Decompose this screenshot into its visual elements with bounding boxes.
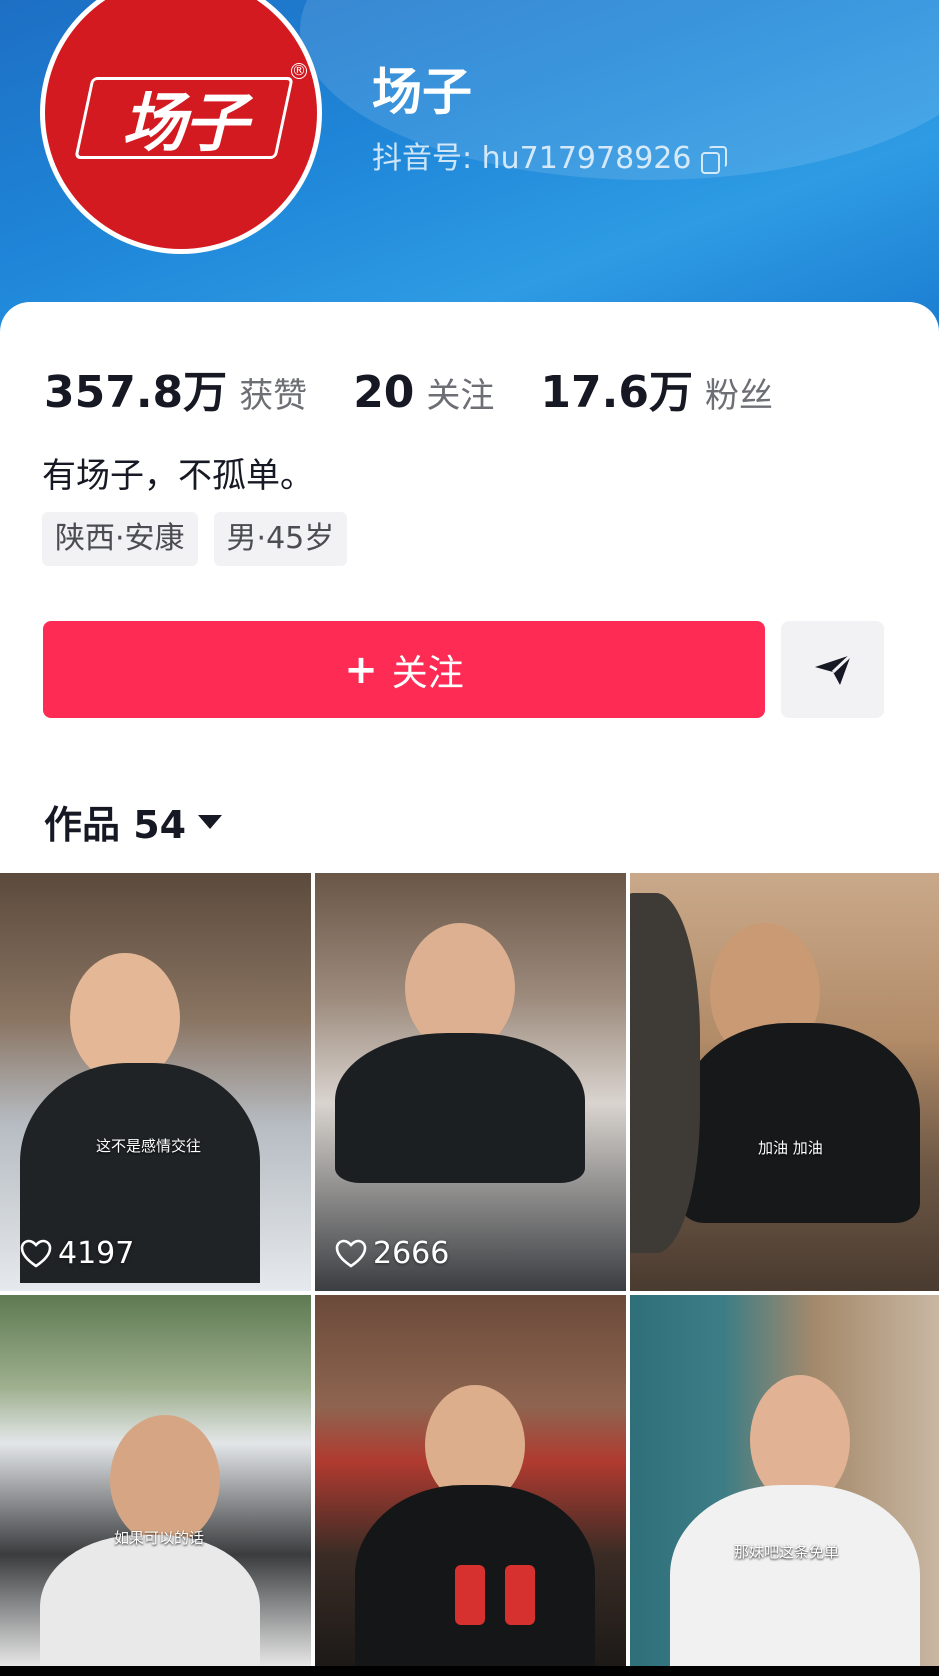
stat-likes[interactable]: 357.8万 获赞	[44, 356, 307, 420]
heart-icon	[335, 1239, 367, 1268]
person-body	[680, 1023, 920, 1223]
video-subtitle: 那妹吧这条免单	[734, 1543, 840, 1561]
stat-value: 20	[353, 367, 415, 418]
video-subtitle: 加油 加油	[758, 1139, 823, 1157]
video-thumbnail[interactable]: 2666	[315, 873, 626, 1291]
bottle	[455, 1565, 485, 1625]
like-count: 2666	[335, 1236, 449, 1271]
copy-icon[interactable]	[701, 146, 728, 174]
stat-label: 粉丝	[704, 376, 773, 416]
stat-label: 关注	[426, 376, 495, 416]
caret-down-icon	[198, 814, 223, 829]
like-count: 4197	[20, 1236, 134, 1271]
video-subtitle: 如果可以的话	[114, 1529, 205, 1547]
person-foreground	[630, 893, 700, 1253]
logo-frame: 场子	[74, 77, 294, 161]
douyin-id-row[interactable]: 抖音号: hu717978926	[372, 140, 728, 178]
stat-followers[interactable]: 17.6万 粉丝	[540, 356, 773, 420]
stat-label: 获赞	[239, 376, 308, 416]
stat-following[interactable]: 20 关注	[353, 367, 494, 418]
location-tag: 陕西·安康	[42, 512, 198, 566]
heart-icon	[20, 1239, 52, 1268]
gender-age-tag: 男·45岁	[213, 512, 348, 566]
logo-text: 场子	[122, 87, 246, 161]
profile-name: 场子	[372, 63, 472, 121]
send-icon	[814, 653, 852, 685]
video-thumbnail[interactable]	[315, 1295, 626, 1666]
bottle	[505, 1565, 535, 1625]
plus-icon: +	[344, 646, 378, 693]
video-thumbnail[interactable]: 那妹吧这条免单	[630, 1295, 939, 1666]
person-body	[670, 1485, 920, 1666]
follow-button[interactable]: + 关注	[43, 621, 765, 718]
person-face	[110, 1415, 220, 1545]
stat-value: 17.6万	[540, 367, 693, 418]
bottom-edge	[0, 1666, 939, 1676]
video-thumbnail[interactable]: 如果可以的话	[0, 1295, 311, 1666]
douyin-id: 抖音号: hu717978926	[372, 141, 692, 176]
tab-works[interactable]: 作品 54	[44, 794, 223, 849]
avatar-logo: 场子 ®	[45, 0, 317, 249]
like-count-value: 2666	[373, 1236, 450, 1271]
video-thumbnail[interactable]: 加油 加油	[630, 873, 939, 1291]
stats-row: 357.8万 获赞 20 关注 17.6万 粉丝	[44, 356, 819, 420]
bio-text: 有场子，不孤单。	[42, 456, 314, 496]
send-message-button[interactable]	[781, 621, 884, 718]
profile-header: 场子 ® 场子 抖音号: hu717978926	[0, 0, 939, 340]
video-subtitle: 这不是感情交往	[96, 1137, 202, 1155]
person-body	[335, 1033, 585, 1183]
registered-mark-icon: ®	[291, 63, 307, 79]
person-body	[40, 1535, 260, 1666]
like-count-value: 4197	[58, 1236, 135, 1271]
video-thumbnail[interactable]: 这不是感情交往 4197	[0, 873, 311, 1291]
tags-row: 陕西·安康 男·45岁	[42, 512, 363, 566]
follow-label: 关注	[391, 652, 464, 694]
tab-works-label: 作品 54	[44, 803, 187, 847]
avatar[interactable]: 场子 ®	[40, 0, 322, 254]
stat-value: 357.8万	[44, 367, 228, 418]
